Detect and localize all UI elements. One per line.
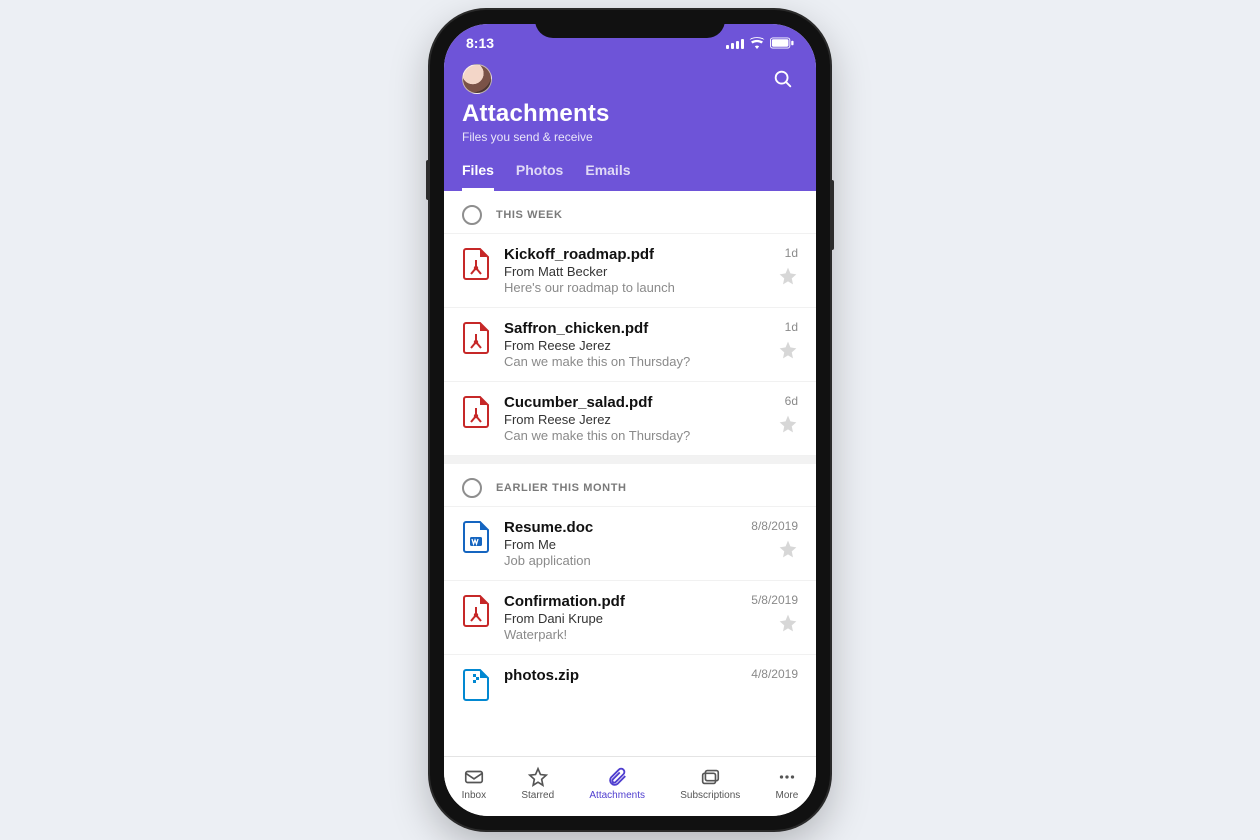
pdf-icon [462, 320, 490, 369]
doc-icon [462, 519, 490, 568]
file-time: 1d [785, 320, 798, 334]
star-icon[interactable] [778, 266, 798, 286]
avatar[interactable] [462, 64, 492, 94]
file-name: Kickoff_roadmap.pdf [504, 246, 764, 263]
section-label: THIS WEEK [496, 209, 563, 221]
nav-label: Attachments [589, 790, 645, 801]
more-icon [776, 766, 798, 788]
search-button[interactable] [768, 64, 798, 94]
nav-starred[interactable]: Starred [521, 766, 554, 801]
file-from: From Reese Jerez [504, 412, 764, 427]
battery-icon [770, 37, 794, 49]
star-icon[interactable] [778, 613, 798, 633]
wifi-icon [749, 37, 765, 49]
file-snippet: Can we make this on Thursday? [504, 428, 764, 443]
nav-attachments[interactable]: Attachments [589, 766, 645, 801]
tabs: Files Photos Emails [444, 154, 816, 191]
file-snippet: Job application [504, 553, 737, 568]
file-name: Saffron_chicken.pdf [504, 320, 764, 337]
section-header: THIS WEEK [444, 191, 816, 234]
file-name: photos.zip [504, 667, 737, 684]
file-time: 5/8/2019 [751, 593, 798, 607]
attachment-row[interactable]: Saffron_chicken.pdf From Reese Jerez Can… [444, 308, 816, 382]
paperclip-icon [606, 766, 628, 788]
zip-icon [462, 667, 490, 701]
star-icon[interactable] [778, 340, 798, 360]
file-time: 6d [785, 394, 798, 408]
pdf-icon [462, 246, 490, 295]
tab-files[interactable]: Files [462, 154, 494, 191]
nav-inbox[interactable]: Inbox [462, 766, 486, 801]
attachment-row[interactable]: Confirmation.pdf From Dani Krupe Waterpa… [444, 581, 816, 655]
status-time: 8:13 [466, 35, 494, 51]
bottom-nav: Inbox Starred Attachments Subscriptions [444, 756, 816, 816]
section-label: EARLIER THIS MONTH [496, 482, 627, 494]
device-notch [535, 10, 725, 38]
inbox-icon [463, 766, 485, 788]
file-time: 1d [785, 246, 798, 260]
nav-label: More [776, 790, 799, 801]
file-name: Resume.doc [504, 519, 737, 536]
select-all-circle[interactable] [462, 205, 482, 225]
attachments-list: THIS WEEK Kickoff_roadmap.pdf From Matt … [444, 191, 816, 756]
screen: 8:13 [444, 24, 816, 816]
file-snippet: Here's our roadmap to launch [504, 280, 764, 295]
pdf-icon [462, 593, 490, 642]
signal-icon [726, 38, 744, 49]
attachment-row[interactable]: Cucumber_salad.pdf From Reese Jerez Can … [444, 382, 816, 456]
file-time: 8/8/2019 [751, 519, 798, 533]
file-snippet: Can we make this on Thursday? [504, 354, 764, 369]
star-icon [527, 766, 549, 788]
tab-emails[interactable]: Emails [585, 154, 630, 191]
file-time: 4/8/2019 [751, 667, 798, 681]
file-name: Confirmation.pdf [504, 593, 737, 610]
nav-label: Subscriptions [680, 790, 740, 801]
nav-more[interactable]: More [776, 766, 799, 801]
file-name: Cucumber_salad.pdf [504, 394, 764, 411]
file-from: From Matt Becker [504, 264, 764, 279]
pdf-icon [462, 394, 490, 443]
phone-frame: 8:13 [430, 10, 830, 830]
subscriptions-icon [699, 766, 721, 788]
header-zone: 8:13 [444, 24, 816, 191]
nav-label: Starred [521, 790, 554, 801]
search-icon [772, 68, 794, 90]
file-from: From Reese Jerez [504, 338, 764, 353]
page-title: Attachments [462, 100, 798, 128]
attachment-row[interactable]: Kickoff_roadmap.pdf From Matt Becker Her… [444, 234, 816, 308]
attachment-row[interactable]: Resume.doc From Me Job application 8/8/2… [444, 507, 816, 581]
nav-subscriptions[interactable]: Subscriptions [680, 766, 740, 801]
tab-photos[interactable]: Photos [516, 154, 563, 191]
page-subtitle: Files you send & receive [462, 130, 798, 144]
nav-label: Inbox [462, 790, 486, 801]
file-from: From Dani Krupe [504, 611, 737, 626]
star-icon[interactable] [778, 539, 798, 559]
file-from: From Me [504, 537, 737, 552]
section-separator [444, 456, 816, 464]
star-icon[interactable] [778, 414, 798, 434]
select-all-circle[interactable] [462, 478, 482, 498]
file-snippet: Waterpark! [504, 627, 737, 642]
section-header: EARLIER THIS MONTH [444, 464, 816, 507]
attachment-row[interactable]: photos.zip 4/8/2019 [444, 655, 816, 713]
